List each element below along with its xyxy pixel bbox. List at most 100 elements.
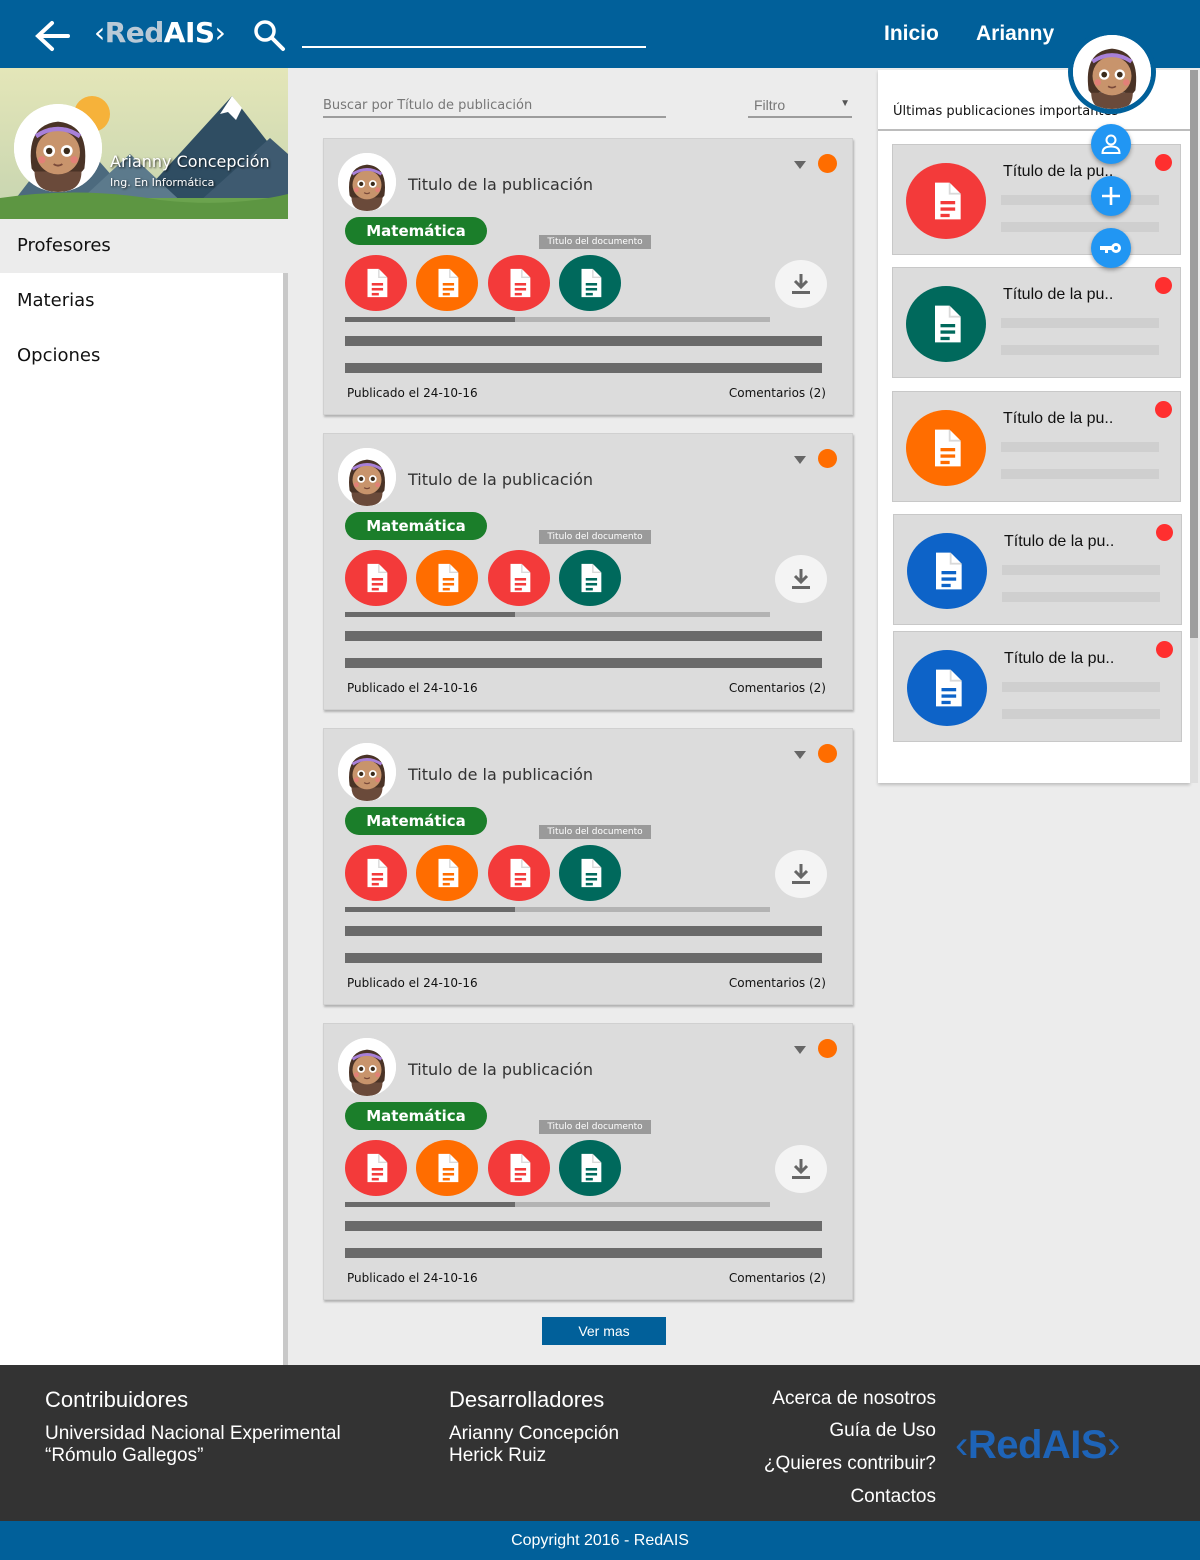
publication-title: Título de la pu.. (1003, 163, 1114, 180)
progress-fill (345, 317, 515, 322)
publication-date: Publicado el 24-10-16 (347, 1271, 478, 1285)
chevron-down-icon[interactable] (792, 747, 808, 761)
publication-date: Publicado el 24-10-16 (347, 976, 478, 990)
publication-card: Titulo de la publicación Matemática Titulo… (323, 138, 853, 415)
document-icon[interactable] (559, 255, 621, 311)
document-icon[interactable] (416, 845, 478, 901)
important-publication-item[interactable]: Título de la pu.. (892, 267, 1181, 378)
alert-dot (1155, 154, 1172, 171)
text-placeholder-line (345, 363, 822, 373)
author-avatar[interactable] (338, 1038, 396, 1096)
publication-card: Titulo de la publicación Matemática Titulo… (323, 1023, 853, 1300)
document-icon[interactable] (559, 845, 621, 901)
subject-tag[interactable]: Matemática (345, 217, 487, 245)
document-icon[interactable] (416, 550, 478, 606)
document-icon (907, 533, 987, 609)
chevron-down-icon[interactable] (792, 1042, 808, 1056)
publication-title[interactable]: Titulo de la publicación (408, 1060, 593, 1079)
back-arrow-icon[interactable] (32, 18, 72, 54)
see-more-button[interactable]: Ver mas (542, 1317, 666, 1345)
author-avatar[interactable] (338, 448, 396, 506)
plus-icon[interactable] (1091, 176, 1131, 216)
publication-title[interactable]: Titulo de la publicación (408, 765, 593, 784)
author-avatar[interactable] (338, 743, 396, 801)
document-icon[interactable] (345, 845, 407, 901)
developer-name: Herick Ruiz (449, 1445, 547, 1466)
footer-logo-text: RedAIS (967, 1423, 1108, 1467)
document-icon (906, 286, 986, 362)
download-icon[interactable] (775, 1145, 827, 1193)
author-avatar[interactable] (338, 153, 396, 211)
document-icon[interactable] (488, 255, 550, 311)
important-publication-item[interactable]: Título de la pu.. (892, 391, 1181, 502)
document-icon[interactable] (416, 255, 478, 311)
document-icon[interactable] (488, 550, 550, 606)
nav-home-link[interactable]: Inicio (884, 22, 939, 46)
contacts-link[interactable]: Contactos (850, 1486, 936, 1508)
publication-card: Titulo de la publicación Matemática Titulo… (323, 433, 853, 710)
text-placeholder-line (1001, 195, 1159, 205)
publication-title[interactable]: Titulo de la publicación (408, 470, 593, 489)
guide-link[interactable]: Guía de Uso (829, 1420, 936, 1442)
app-logo[interactable]: ‹RedAIS› (94, 16, 226, 49)
text-placeholder-line (1002, 682, 1160, 692)
download-icon[interactable] (775, 850, 827, 898)
filter-label: Filtro (754, 97, 786, 113)
global-search-input[interactable] (302, 20, 646, 48)
document-icon[interactable] (488, 1140, 550, 1196)
text-placeholder-line (345, 953, 822, 963)
progress-bar (345, 317, 770, 322)
subject-tag[interactable]: Matemática (345, 512, 487, 540)
alert-dot (1156, 641, 1173, 658)
text-placeholder-line (1001, 469, 1159, 479)
document-icon (906, 410, 986, 486)
footer-logo-bracket-left: ‹ (955, 1423, 968, 1467)
document-icon[interactable] (559, 550, 621, 606)
important-publication-item[interactable]: Título de la pu.. (893, 631, 1182, 742)
download-icon[interactable] (775, 260, 827, 308)
comments-link[interactable]: Comentarios (2) (729, 681, 826, 695)
contribute-link[interactable]: ¿Quieres contribuir? (764, 1453, 936, 1475)
nav-user-link[interactable]: Arianny (976, 22, 1054, 46)
comments-link[interactable]: Comentarios (2) (729, 1271, 826, 1285)
comments-link[interactable]: Comentarios (2) (729, 976, 826, 990)
document-icon[interactable] (345, 550, 407, 606)
document-icon[interactable] (488, 845, 550, 901)
text-placeholder-line (345, 631, 822, 641)
key-icon[interactable] (1091, 228, 1131, 268)
progress-fill (345, 1202, 515, 1207)
chevron-down-icon[interactable] (792, 452, 808, 466)
text-placeholder-line (1001, 442, 1159, 452)
document-icon[interactable] (345, 255, 407, 311)
document-icon[interactable] (416, 1140, 478, 1196)
user-avatar[interactable] (1068, 30, 1156, 114)
contributor-line: “Rómulo Gallegos” (45, 1445, 204, 1466)
important-publication-item[interactable]: Título de la pu.. (893, 514, 1182, 625)
footer-logo[interactable]: ‹RedAIS› (955, 1423, 1120, 1468)
publication-title[interactable]: Titulo de la publicación (408, 175, 593, 194)
sidebar-item-opciones[interactable]: Opciones (0, 329, 288, 383)
document-icon[interactable] (559, 1140, 621, 1196)
subject-tag[interactable]: Matemática (345, 1102, 487, 1130)
logo-bracket-right: › (214, 16, 226, 49)
filter-dropdown[interactable]: Filtro ▼ (748, 94, 852, 118)
document-title-tooltip: Titulo del documento (539, 530, 651, 544)
person-icon[interactable] (1091, 124, 1131, 164)
download-icon[interactable] (775, 555, 827, 603)
publication-title: Título de la pu.. (1004, 650, 1115, 667)
profile-avatar[interactable] (14, 104, 102, 192)
sidebar-item-materias[interactable]: Materias (0, 274, 288, 328)
panel-scrollbar[interactable] (1190, 70, 1198, 783)
comments-link[interactable]: Comentarios (2) (729, 386, 826, 400)
scrollbar-thumb[interactable] (1190, 70, 1198, 638)
search-icon[interactable] (252, 18, 286, 52)
footer: Contribuidores Universidad Nacional Expe… (0, 1365, 1200, 1521)
progress-bar (345, 1202, 770, 1207)
about-link[interactable]: Acerca de nosotros (772, 1388, 936, 1410)
document-icon[interactable] (345, 1140, 407, 1196)
important-publication-item[interactable]: Título de la pu.. (892, 144, 1181, 255)
sidebar-item-profesores[interactable]: Profesores (0, 219, 288, 273)
subject-tag[interactable]: Matemática (345, 807, 487, 835)
chevron-down-icon[interactable] (792, 157, 808, 171)
publication-search-input[interactable] (323, 94, 666, 118)
